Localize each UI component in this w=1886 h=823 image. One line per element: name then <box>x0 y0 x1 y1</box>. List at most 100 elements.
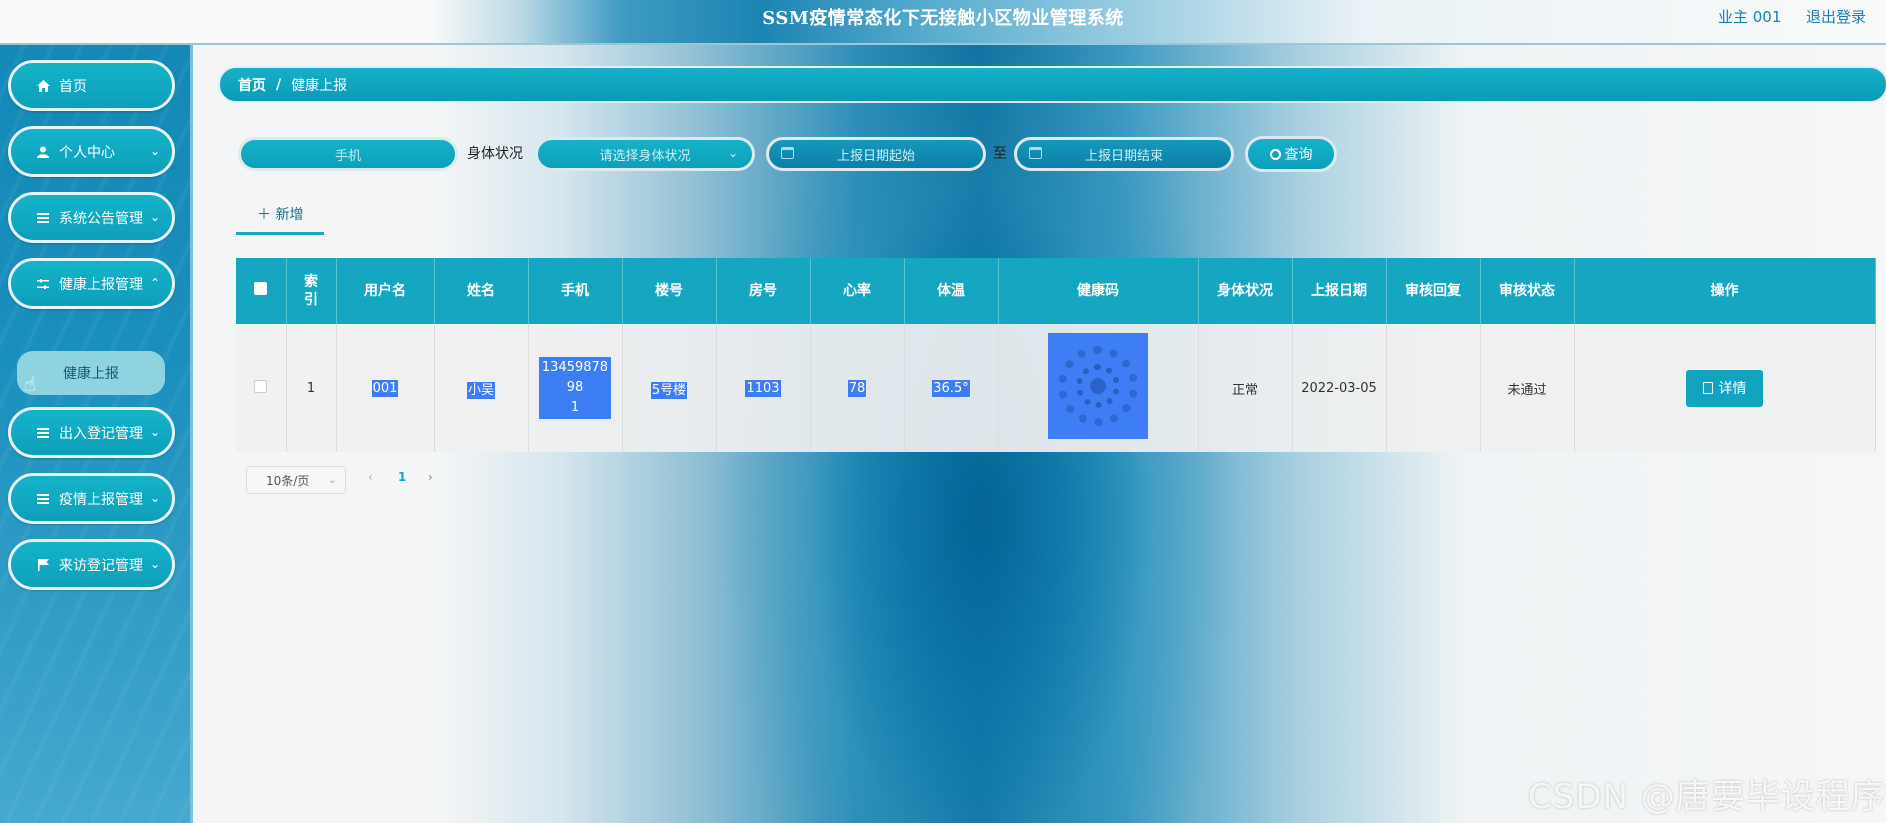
page-size-value: 10条/页 <box>266 473 310 488</box>
cell-report-date: 2022-03-05 <box>1292 324 1387 452</box>
column-header: 手机 <box>528 258 623 324</box>
table-row: 1 001 小吴 1345987898 1 5号楼 1103 78 36.5° 正… <box>236 324 1876 452</box>
health-code-qr-image <box>1048 333 1148 439</box>
chevron-down-icon: ⌄ <box>327 473 337 486</box>
sliders-icon <box>35 276 51 292</box>
column-header: 心率 <box>810 258 905 324</box>
date-end-placeholder: 上报日期结束 <box>1084 148 1163 164</box>
breadcrumb-separator: / <box>276 76 282 93</box>
document-icon <box>1702 382 1713 394</box>
detail-label: 详情 <box>1718 381 1747 397</box>
calendar-icon <box>781 147 794 159</box>
page-number-1[interactable]: 1 <box>398 470 406 484</box>
row-checkbox[interactable] <box>254 379 268 393</box>
plus-icon: ＋ <box>257 207 271 223</box>
page-size-select[interactable]: 10条/页 ⌄ <box>246 466 346 494</box>
cell-name: 小吴 <box>466 381 495 399</box>
sidebar-item-label: 首页 <box>59 78 87 95</box>
search-icon <box>1269 148 1281 160</box>
cell-username: 001 <box>371 379 399 397</box>
sidebar-item-label: 系统公告管理 <box>59 210 143 227</box>
column-header: 健康码 <box>998 258 1199 324</box>
cell-phone: 1345987898 1 <box>539 357 611 419</box>
sidebar-item-home[interactable]: 首页 <box>8 60 175 111</box>
cell-index: 1 <box>286 324 337 452</box>
breadcrumb-current: 健康上报 <box>291 77 348 94</box>
current-user-link[interactable]: 业主 001 <box>1718 6 1781 27</box>
next-page-button[interactable]: › <box>428 470 433 484</box>
sidebar-item-health-report[interactable]: 健康上报管理 ⌃ <box>8 258 175 309</box>
chevron-down-icon: ⌄ <box>727 146 738 160</box>
query-label: 查询 <box>1284 147 1313 163</box>
status-placeholder: 请选择身体状况 <box>599 148 691 164</box>
prev-page-button[interactable]: ‹ <box>368 470 373 484</box>
to-label: 至 <box>993 146 1007 162</box>
column-header: 索引 <box>286 258 337 324</box>
header-index: 索引 <box>304 274 318 308</box>
cell-room: 1103 <box>745 379 781 397</box>
chevron-down-icon: ⌄ <box>149 144 160 158</box>
list-icon <box>35 425 51 441</box>
logout-link[interactable]: 退出登录 <box>1806 6 1866 27</box>
cell-phone-line1: 1345987898 <box>541 360 609 395</box>
column-header: 体温 <box>904 258 999 324</box>
sidebar-item-label: 个人中心 <box>59 144 115 161</box>
sidebar-item-label: 来访登记管理 <box>59 557 143 574</box>
phone-placeholder: 手机 <box>334 148 361 164</box>
detail-button[interactable]: 详情 <box>1686 369 1763 407</box>
top-header: SSM疫情常态化下无接触小区物业管理系统 业主 001 退出登录 <box>0 0 1886 45</box>
column-header: 审核状态 <box>1480 258 1575 324</box>
date-end-input[interactable]: 上报日期结束 <box>1014 137 1234 171</box>
cell-audit-reply <box>1386 324 1481 452</box>
list-icon <box>35 210 51 226</box>
cell-phone-line2: 1 <box>570 400 580 415</box>
add-label: 新增 <box>275 207 304 223</box>
submenu-health-report[interactable]: 健康上报 <box>17 351 165 395</box>
date-start-placeholder: 上报日期起始 <box>836 148 915 164</box>
list-icon <box>35 491 51 507</box>
sidebar: 首页 个人中心 ⌄ 系统公告管理 ⌄ 健康上报管理 ⌃ 健康上报 出入登记管理 … <box>0 45 193 823</box>
table-header-row: 索引 用户名 姓名 手机 楼号 房号 心率 体温 健康码 身体状况 上报日期 审… <box>236 258 1876 324</box>
column-header: 用户名 <box>336 258 435 324</box>
chevron-down-icon: ⌄ <box>149 425 160 439</box>
sidebar-item-label: 出入登记管理 <box>59 425 143 442</box>
date-start-input[interactable]: 上报日期起始 <box>766 137 986 171</box>
sidebar-item-label: 疫情上报管理 <box>59 491 143 508</box>
sidebar-item-entry-exit[interactable]: 出入登记管理 ⌄ <box>8 407 175 458</box>
cell-heart-rate: 78 <box>847 379 867 397</box>
sidebar-item-announcements[interactable]: 系统公告管理 ⌄ <box>8 192 175 243</box>
breadcrumb-home[interactable]: 首页 <box>238 75 266 95</box>
column-header: 楼号 <box>622 258 717 324</box>
sidebar-item-epidemic-report[interactable]: 疫情上报管理 ⌄ <box>8 473 175 524</box>
add-button[interactable]: ＋ 新增 <box>257 204 303 224</box>
user-icon <box>35 144 51 160</box>
status-label: 身体状况 <box>467 146 523 162</box>
column-header: 房号 <box>716 258 811 324</box>
flag-icon <box>35 557 51 573</box>
chevron-down-icon: ⌄ <box>149 491 160 505</box>
sidebar-item-label: 健康上报管理 <box>59 276 143 293</box>
sidebar-item-visitor[interactable]: 来访登记管理 ⌄ <box>8 539 175 590</box>
phone-search-input[interactable]: 手机 <box>238 137 458 171</box>
column-header: 姓名 <box>434 258 529 324</box>
column-header: 审核回复 <box>1386 258 1481 324</box>
select-all-header[interactable] <box>236 258 287 324</box>
health-report-table: 索引 用户名 姓名 手机 楼号 房号 心率 体温 健康码 身体状况 上报日期 审… <box>236 258 1876 452</box>
column-header: 身体状况 <box>1198 258 1293 324</box>
calendar-icon <box>1029 147 1042 159</box>
query-button[interactable]: 查询 <box>1245 136 1337 172</box>
tab-underline <box>236 232 324 235</box>
system-title: SSM疫情常态化下无接触小区物业管理系统 <box>762 8 1124 29</box>
column-header: 上报日期 <box>1292 258 1387 324</box>
select-all-checkbox[interactable] <box>254 282 268 295</box>
chevron-down-icon: ⌄ <box>149 557 160 571</box>
sidebar-item-personal-center[interactable]: 个人中心 ⌄ <box>8 126 175 177</box>
cell-temperature: 36.5° <box>932 379 970 397</box>
chevron-up-icon: ⌃ <box>149 276 160 290</box>
cell-building: 5号楼 <box>650 381 688 399</box>
breadcrumb: 首页 / 健康上报 <box>218 66 1886 103</box>
cell-audit-status: 未通过 <box>1480 324 1575 452</box>
status-select[interactable]: 请选择身体状况 ⌄ <box>535 137 755 171</box>
cell-health-status: 正常 <box>1198 324 1293 452</box>
watermark: CSDN @唐要毕设程序 <box>1528 777 1886 817</box>
